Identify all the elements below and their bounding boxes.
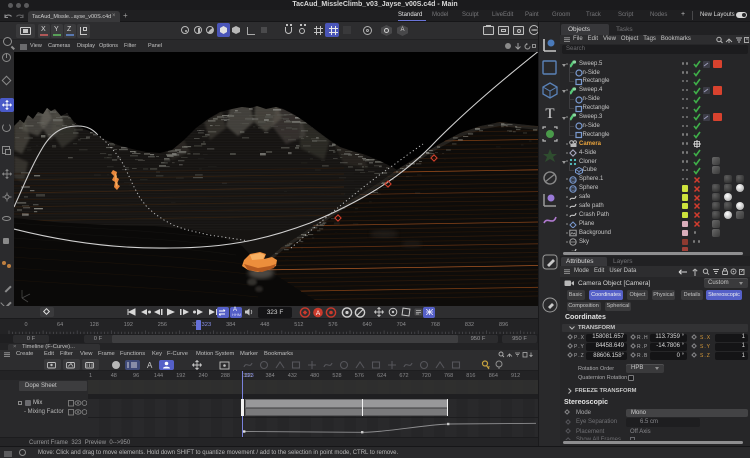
svg-text:A: A	[316, 310, 321, 317]
svg-text:A: A	[147, 361, 153, 370]
svg-text:T: T	[545, 106, 554, 122]
